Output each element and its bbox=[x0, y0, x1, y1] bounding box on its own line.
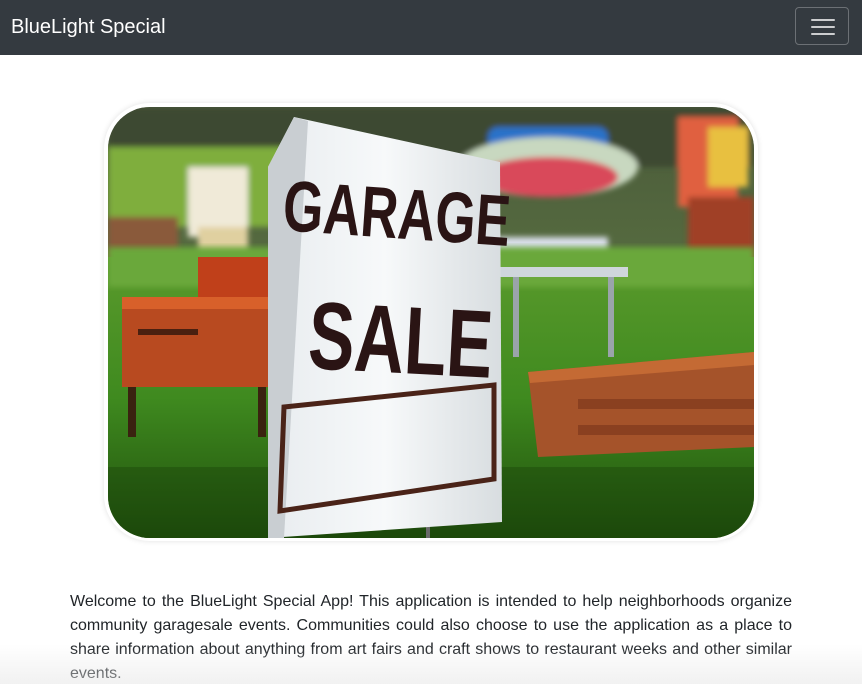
navbar-brand[interactable]: BlueLight Special bbox=[11, 13, 166, 41]
navbar-toggler-button[interactable] bbox=[795, 7, 849, 45]
hero-image-garage-sale: GARAGE SALE bbox=[108, 107, 754, 538]
sign-line-garage: GARAGE bbox=[281, 166, 514, 262]
top-navbar: BlueLight Special bbox=[0, 0, 862, 55]
sign-line-sale: SALE bbox=[306, 281, 496, 398]
welcome-paragraph: Welcome to the BlueLight Special App! Th… bbox=[70, 593, 792, 682]
